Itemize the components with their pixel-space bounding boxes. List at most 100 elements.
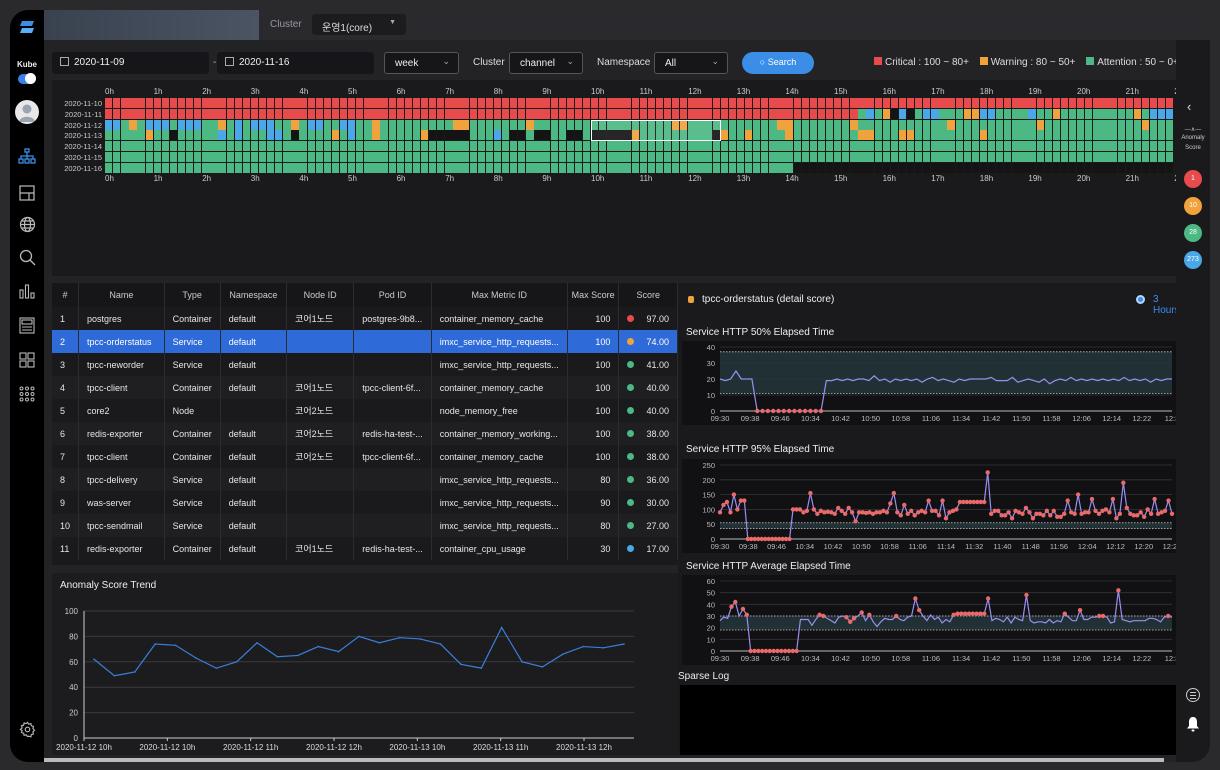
heatmap-cell[interactable] [542, 98, 550, 108]
heatmap-cell[interactable] [672, 108, 680, 119]
heatmap-cell[interactable] [534, 119, 542, 130]
heatmap-cell[interactable] [623, 152, 631, 162]
heatmap-cell[interactable] [145, 98, 153, 108]
heatmap-cell[interactable] [534, 162, 542, 173]
heatmap-cell[interactable] [898, 141, 907, 152]
heatmap-cell[interactable] [599, 162, 607, 173]
heatmap-cell[interactable] [566, 162, 575, 173]
heatmap-cell[interactable] [291, 108, 299, 119]
heatmap-cell[interactable] [445, 130, 453, 141]
heatmap-cell[interactable] [882, 141, 890, 152]
heatmap-cell[interactable] [420, 162, 429, 173]
heatmap-cell[interactable] [396, 98, 404, 108]
heatmap-cell[interactable] [672, 98, 680, 108]
heatmap-cell[interactable] [283, 108, 291, 119]
heatmap-cell[interactable] [615, 152, 623, 162]
heatmap-cell[interactable] [955, 141, 963, 152]
heatmap-cell[interactable] [267, 130, 275, 141]
heatmap-cell[interactable] [793, 108, 801, 119]
heatmap-cell[interactable] [275, 98, 283, 108]
heatmap-cell[interactable] [137, 152, 145, 162]
heatmap-cell[interactable] [858, 141, 866, 152]
heatmap-cell[interactable] [1020, 152, 1028, 162]
heatmap-cell[interactable] [720, 98, 728, 108]
heatmap-cell[interactable] [453, 162, 461, 173]
heatmap-cell[interactable] [631, 141, 639, 152]
heatmap-cell[interactable] [194, 119, 202, 130]
heatmap-cell[interactable] [971, 152, 980, 162]
heatmap-cell[interactable] [461, 152, 469, 162]
heatmap-cell[interactable] [380, 141, 388, 152]
heatmap-cell[interactable] [825, 119, 834, 130]
heatmap-cell[interactable] [453, 98, 461, 108]
heatmap-cell[interactable] [939, 141, 947, 152]
heatmap-cell[interactable] [137, 98, 145, 108]
heatmap-cell[interactable] [728, 108, 737, 119]
heatmap-cell[interactable] [339, 98, 348, 108]
heatmap-cell[interactable] [1028, 119, 1036, 130]
app-logo[interactable] [19, 19, 35, 35]
heatmap-cell[interactable] [655, 108, 664, 119]
kube-toggle[interactable] [18, 73, 36, 84]
heatmap-cell[interactable] [307, 98, 315, 108]
heatmap-cell[interactable] [809, 141, 818, 152]
heatmap-cell[interactable] [663, 108, 672, 119]
heatmap-cell[interactable] [761, 130, 769, 141]
heatmap-cell[interactable] [412, 130, 421, 141]
heatmap-cell[interactable] [186, 108, 194, 119]
heatmap-cell[interactable] [501, 108, 510, 119]
heatmap-cell[interactable] [331, 130, 340, 141]
heatmap-cell[interactable] [753, 141, 761, 152]
heatmap-cell[interactable] [250, 98, 259, 108]
heatmap-cell[interactable] [1060, 108, 1069, 119]
heatmap-cell[interactable] [842, 119, 850, 130]
heatmap-cell[interactable] [753, 130, 761, 141]
heatmap-cell[interactable] [242, 141, 251, 152]
heatmap-cell[interactable] [113, 119, 121, 130]
heatmap-cell[interactable] [866, 119, 874, 130]
column-header[interactable]: Namespace [220, 283, 288, 307]
heatmap-cell[interactable] [258, 162, 267, 173]
heatmap-cell[interactable] [234, 162, 242, 173]
heatmap-cell[interactable] [898, 130, 907, 141]
heatmap-cell[interactable] [453, 152, 461, 162]
heatmap-cell[interactable] [825, 162, 834, 173]
heatmap-cell[interactable] [963, 141, 971, 152]
heatmap-cell[interactable] [137, 108, 145, 119]
heatmap-cell[interactable] [493, 152, 502, 162]
heatmap-cell[interactable] [931, 119, 939, 130]
heatmap-cell[interactable] [348, 130, 356, 141]
heatmap-cell[interactable] [453, 141, 461, 152]
heatmap-cell[interactable] [250, 130, 259, 141]
heatmap-cell[interactable] [493, 108, 502, 119]
heatmap-cell[interactable] [145, 119, 153, 130]
heatmap-cell[interactable] [364, 141, 372, 152]
heatmap-cell[interactable] [680, 108, 688, 119]
heatmap-cell[interactable] [412, 98, 421, 108]
heatmap-cell[interactable] [412, 119, 421, 130]
heatmap-cell[interactable] [242, 108, 251, 119]
heatmap-cell[interactable] [744, 119, 753, 130]
heatmap-cell[interactable] [210, 141, 218, 152]
heatmap-cell[interactable] [477, 162, 485, 173]
heatmap-cell[interactable] [161, 162, 170, 173]
heatmap-cell[interactable] [688, 98, 696, 108]
heatmap-cell[interactable] [825, 152, 834, 162]
heatmap-cell[interactable] [672, 152, 680, 162]
heatmap-cell[interactable] [420, 108, 429, 119]
heatmap-cell[interactable] [866, 152, 874, 162]
heatmap-cell[interactable] [1085, 98, 1093, 108]
heatmap-cell[interactable] [1036, 98, 1044, 108]
heatmap-cell[interactable] [526, 130, 534, 141]
heatmap-cell[interactable] [283, 119, 291, 130]
heatmap-cell[interactable] [793, 130, 801, 141]
heatmap-cell[interactable] [331, 119, 340, 130]
heatmap-cell[interactable] [923, 119, 931, 130]
heatmap-cell[interactable] [574, 152, 583, 162]
heatmap-cell[interactable] [704, 108, 712, 119]
heatmap-cell[interactable] [404, 98, 413, 108]
heatmap-cell[interactable] [801, 141, 809, 152]
heatmap-cell[interactable] [696, 98, 704, 108]
heatmap-cell[interactable] [915, 152, 923, 162]
heatmap-cell[interactable] [469, 108, 477, 119]
